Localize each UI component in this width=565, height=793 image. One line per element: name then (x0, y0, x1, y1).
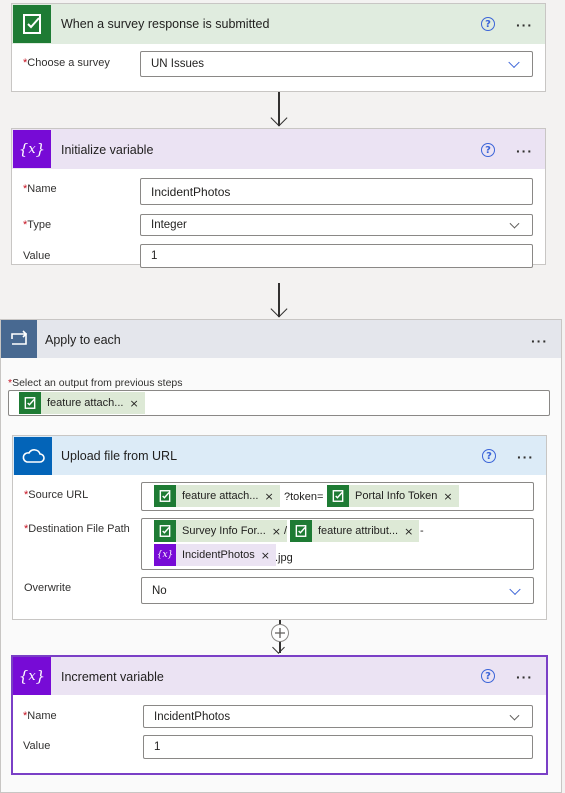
token-label: Portal Info Token (355, 490, 438, 502)
name-value: IncidentPhotos (151, 184, 231, 199)
survey-icon (290, 520, 312, 542)
apply-each-header[interactable]: Apply to each ··· (1, 320, 561, 358)
token-label: Survey Info For... (182, 525, 266, 537)
more-options-icon[interactable]: ··· (531, 334, 548, 348)
survey-dropdown[interactable]: UN Issues (140, 51, 533, 77)
apply-each-card: Apply to each ··· *Select an output from… (0, 319, 562, 793)
survey-label: *Choose a survey (23, 57, 110, 69)
remove-token-icon[interactable]: × (404, 525, 419, 538)
type-label-text: Type (27, 219, 52, 231)
source-url-input[interactable]: feature attach... × ?token= Portal Info … (141, 482, 534, 511)
dynamic-token[interactable]: {x} IncidentPhotos × (154, 544, 276, 566)
survey-icon (327, 485, 349, 507)
help-icon[interactable]: ? (481, 669, 495, 683)
more-options-icon[interactable]: ··· (516, 18, 533, 32)
init-variable-title: Initialize variable (61, 143, 154, 157)
chevron-down-icon (509, 218, 520, 229)
type-value: Integer (151, 219, 187, 231)
select-output-label-text: Select an output from previous steps (12, 377, 183, 389)
init-variable-header[interactable]: {x} Initialize variable ? ··· (12, 129, 545, 169)
dest-path-input[interactable]: Survey Info For... × / feature attribut.… (141, 518, 534, 570)
survey-icon (19, 392, 41, 414)
name-dropdown[interactable]: IncidentPhotos (143, 705, 533, 728)
init-variable-card: {x} Initialize variable ? ··· *Name Inci… (11, 128, 546, 268)
variable-icon: {x} (13, 657, 51, 695)
chevron-down-icon (508, 56, 520, 69)
onedrive-icon (14, 437, 52, 475)
overwrite-label: Overwrite (24, 582, 72, 594)
dynamic-token[interactable]: feature attach... × (19, 392, 145, 414)
dynamic-token[interactable]: Portal Info Token × (327, 485, 459, 507)
more-options-icon[interactable]: ··· (516, 670, 533, 684)
name-input[interactable]: IncidentPhotos (140, 178, 533, 205)
select-output-label: *Select an output from previous steps (8, 377, 183, 389)
chevron-down-icon (509, 583, 521, 595)
token-label: IncidentPhotos (182, 549, 255, 561)
survey-icon (13, 5, 51, 43)
trigger-title: When a survey response is submitted (61, 17, 270, 31)
remove-token-icon[interactable]: × (261, 549, 276, 562)
dest-path-label-text: Destination File Path (28, 523, 130, 535)
help-icon[interactable]: ? (481, 143, 495, 157)
dynamic-token[interactable]: Survey Info For... × (154, 520, 287, 542)
overwrite-dropdown[interactable]: No (141, 577, 534, 604)
upload-file-card: Upload file from URL ? ··· *Source URL f… (12, 435, 547, 620)
survey-icon (154, 520, 176, 542)
survey-value: UN Issues (151, 58, 205, 70)
token-label: feature attribut... (318, 525, 399, 537)
more-options-icon[interactable]: ··· (517, 450, 534, 464)
trigger-card: When a survey response is submitted ? ··… (11, 3, 546, 92)
value-label: Value (23, 250, 51, 262)
plus-icon (275, 628, 285, 638)
increment-variable-header[interactable]: {x} Increment variable ? ··· (13, 657, 546, 695)
dynamic-token[interactable]: feature attribut... × (290, 520, 420, 542)
increment-variable-card: {x} Increment variable ? ··· *Name Incid… (11, 655, 548, 775)
select-output-input[interactable]: feature attach... × (8, 390, 550, 416)
static-text: - (420, 525, 424, 537)
connector-arrow-icon (270, 109, 288, 127)
upload-file-header[interactable]: Upload file from URL ? ··· (13, 436, 546, 475)
chevron-down-icon (509, 710, 520, 721)
value-label: Value (23, 740, 51, 752)
type-dropdown[interactable]: Integer (140, 214, 533, 236)
remove-token-icon[interactable]: × (264, 490, 279, 503)
name-label: *Name (23, 183, 57, 195)
source-url-label-text: Source URL (28, 489, 89, 501)
variable-icon: {x} (154, 544, 176, 566)
value-input[interactable]: 1 (143, 735, 533, 759)
upload-file-title: Upload file from URL (61, 449, 178, 463)
dest-path-label: *Destination File Path (24, 523, 130, 535)
static-text: / (284, 525, 288, 537)
apply-each-title: Apply to each (45, 333, 121, 347)
name-label-text: Name (27, 183, 57, 195)
value-input[interactable]: 1 (140, 244, 533, 268)
token-label: feature attach... (47, 397, 124, 409)
value-value: 1 (151, 250, 158, 262)
survey-label-text: Choose a survey (27, 57, 110, 69)
static-text: .jpg (275, 552, 293, 564)
survey-icon (154, 485, 176, 507)
source-url-label: *Source URL (24, 489, 88, 501)
trigger-header[interactable]: When a survey response is submitted ? ··… (12, 4, 545, 44)
add-step-button[interactable] (271, 624, 289, 642)
connector-arrow-icon (272, 641, 285, 654)
connector-arrow-icon (270, 300, 288, 318)
help-icon[interactable]: ? (481, 17, 495, 31)
increment-variable-title: Increment variable (61, 670, 164, 684)
value-value: 1 (154, 741, 161, 753)
name-value: IncidentPhotos (154, 710, 231, 723)
type-label: *Type (23, 219, 51, 231)
remove-token-icon[interactable]: × (443, 490, 458, 503)
static-text: ?token= (284, 491, 324, 503)
more-options-icon[interactable]: ··· (516, 144, 533, 158)
loop-icon (1, 320, 37, 358)
variable-icon: {x} (13, 130, 51, 168)
name-label: *Name (23, 710, 57, 722)
remove-token-icon[interactable]: × (129, 397, 144, 410)
dynamic-token[interactable]: feature attach... × (154, 485, 280, 507)
help-icon[interactable]: ? (482, 449, 496, 463)
token-label: feature attach... (182, 490, 259, 502)
name-label-text: Name (27, 710, 57, 722)
overwrite-value: No (152, 584, 167, 597)
